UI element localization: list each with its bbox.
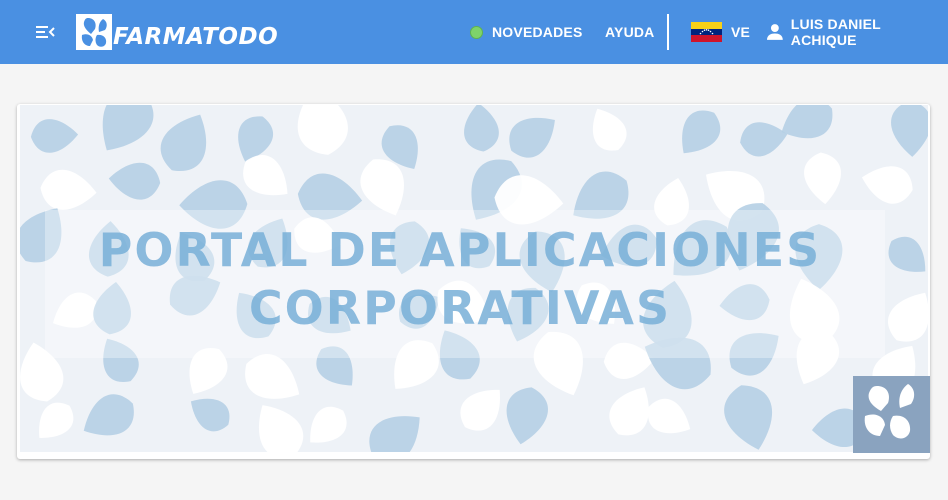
- ayuda-label: AYUDA: [605, 24, 655, 40]
- user-icon: [766, 24, 783, 40]
- user-menu[interactable]: LUIS DANIEL ACHIQUE: [766, 0, 948, 64]
- banner-title-line2: CORPORATIVAS: [248, 281, 672, 335]
- brand-name: FARMATODO: [113, 23, 279, 50]
- banner-card: PORTAL DE APLICACIONES CORPORATIVAS: [17, 104, 930, 459]
- user-name: LUIS DANIEL ACHIQUE: [790, 16, 881, 48]
- farmatodo-logo-icon: [76, 14, 112, 50]
- country-code: VE: [731, 24, 751, 40]
- novedades-link[interactable]: NOVEDADES: [470, 0, 582, 64]
- portal-banner: PORTAL DE APLICACIONES CORPORATIVAS: [20, 105, 930, 453]
- status-dot-icon: [470, 25, 483, 39]
- ayuda-link[interactable]: AYUDA: [605, 0, 655, 64]
- farmatodo-corner-icon: [864, 384, 915, 439]
- corner-logo-mark: [853, 376, 930, 453]
- banner-title-line1: PORTAL DE APLICACIONES: [98, 223, 822, 277]
- banner-title: PORTAL DE APLICACIONES CORPORATIVAS: [20, 221, 900, 337]
- top-app-bar: FARMATODO NOVEDADES AYUDA VE LUIS DANIEL…: [0, 0, 948, 64]
- novedades-label: NOVEDADES: [492, 24, 583, 40]
- venezuela-flag-icon: [691, 22, 722, 43]
- nav-divider: [667, 14, 669, 50]
- brand-logo[interactable]: FARMATODO: [76, 14, 278, 50]
- menu-collapse-icon[interactable]: [34, 22, 56, 42]
- country-selector[interactable]: VE: [691, 0, 750, 64]
